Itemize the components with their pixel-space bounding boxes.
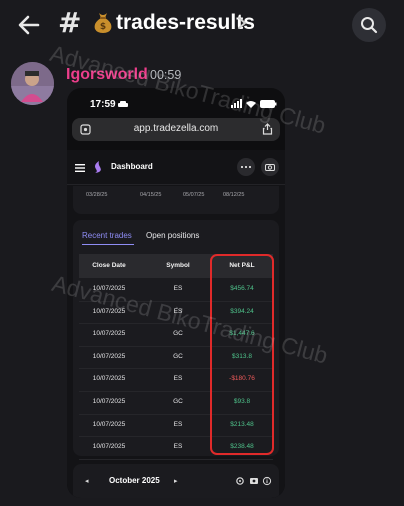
close-date-cell: 10/07/2025 [92,398,126,405]
username[interactable]: Igorsworld [66,66,148,84]
back-arrow-icon[interactable] [14,10,44,40]
channel-title[interactable]: trades-results [116,11,255,35]
calendar-tools-icons[interactable] [235,476,275,486]
tab-recent-trades[interactable]: Recent trades [82,231,132,240]
symbol-cell: ES [173,307,183,315]
tradezella-logo-icon [95,161,101,173]
prev-month-button[interactable]: ◂ [85,477,89,485]
chart-date-label: 04/15/25 [140,192,162,198]
symbol-cell: GC [173,352,183,360]
hamburger-menu-icon[interactable] [75,164,85,172]
header-divider [67,184,285,185]
url-bar[interactable]: app.tradezella.com [72,118,280,141]
status-icons [231,99,277,108]
column-header[interactable]: Close Date [79,262,139,269]
symbol-cell: GC [173,398,183,405]
search-button[interactable] [352,8,386,42]
symbol-cell: GC [173,330,183,338]
active-tab-indicator [82,244,134,245]
column-header[interactable]: Symbol [143,262,213,269]
close-date-cell: 10/07/2025 [92,420,126,428]
camera-icon [265,164,275,171]
svg-text:$: $ [100,22,106,32]
chevron-right-icon[interactable] [236,15,248,31]
url-text: app.tradezella.com [133,123,219,134]
next-month-button[interactable]: ▸ [174,477,178,485]
calendar-nav: ◂ October 2025 ▸ [73,464,279,498]
page-title: Dashboard [111,162,153,171]
symbol-cell: ES [173,420,183,428]
message-timestamp: 00:59 [150,68,182,82]
hash-icon: # [58,6,82,39]
search-icon [361,17,378,34]
net-pnl-highlight [210,254,274,455]
car-icon [118,101,128,107]
money-bag-icon: $ [94,13,112,33]
status-time: 17:59 [90,99,116,110]
chart-card: 03/28/25 04/15/25 05/07/25 08/12/25 [73,186,279,214]
close-date-cell: 10/07/2025 [92,443,126,451]
close-date-cell: 10/07/2025 [92,330,126,338]
tab-open-positions[interactable]: Open positions [146,231,199,240]
avatar[interactable] [11,62,54,105]
chart-date-label: 08/12/25 [223,192,245,198]
month-label: October 2025 [109,476,160,485]
share-icon[interactable] [262,123,273,135]
chart-date-label: 03/28/25 [86,192,108,198]
close-date-cell: 10/07/2025 [92,352,126,360]
symbol-cell: ES [173,443,183,451]
close-date-cell: 10/07/2025 [92,307,126,315]
more-options-button[interactable] [237,158,255,176]
symbol-cell: ES [173,285,183,292]
more-dots-icon [241,166,251,168]
close-date-cell: 10/07/2025 [92,285,126,292]
chart-date-label: 05/07/25 [183,192,205,198]
close-date-cell: 10/07/2025 [92,375,126,383]
symbol-cell: ES [173,375,183,383]
screenshot-button[interactable] [261,158,279,176]
